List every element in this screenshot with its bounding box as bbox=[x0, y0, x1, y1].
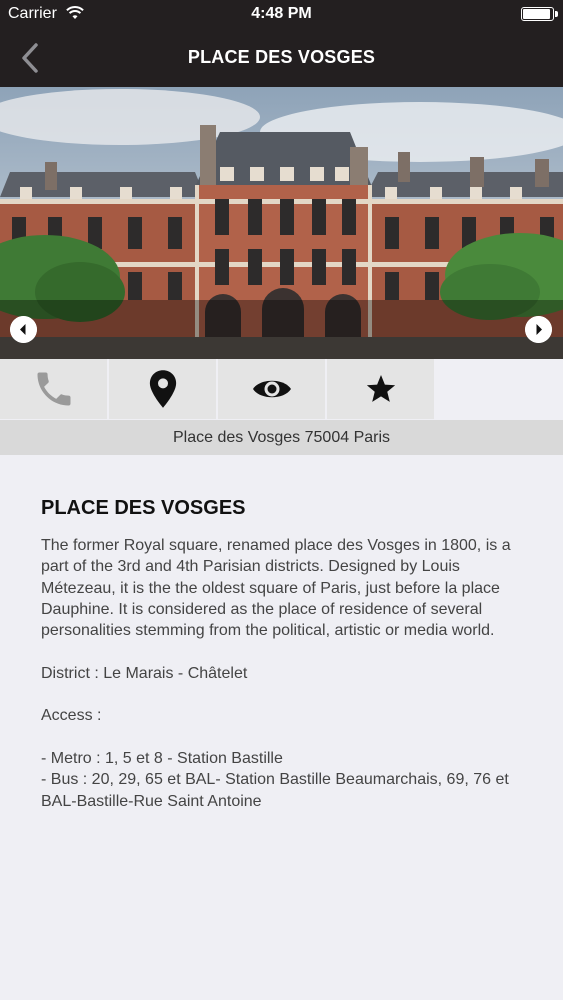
gallery-controls bbox=[0, 300, 563, 359]
action-bar bbox=[0, 359, 563, 419]
star-icon bbox=[366, 375, 395, 402]
map-pin-icon bbox=[149, 370, 176, 408]
eye-icon bbox=[252, 380, 291, 398]
favorite-button[interactable] bbox=[327, 359, 434, 419]
address-bar: Place des Vosges 75004 Paris bbox=[0, 420, 563, 455]
place-photo[interactable] bbox=[0, 87, 563, 359]
next-photo-button[interactable] bbox=[525, 316, 552, 343]
view-button[interactable] bbox=[218, 359, 325, 419]
previous-photo-button[interactable] bbox=[10, 316, 37, 343]
place-details: PLACE DES VOSGES The former Royal square… bbox=[41, 497, 531, 812]
map-button[interactable] bbox=[109, 359, 216, 419]
status-time: 4:48 PM bbox=[251, 5, 312, 22]
status-bar: Carrier 4:48 PM bbox=[0, 0, 563, 30]
nav-title: PLACE DES VOSGES bbox=[187, 47, 376, 67]
call-button[interactable] bbox=[0, 359, 107, 419]
phone-icon bbox=[37, 372, 70, 406]
place-title: PLACE DES VOSGES bbox=[41, 497, 246, 519]
battery-icon bbox=[521, 7, 558, 21]
top-bar: Carrier 4:48 PM PLACE DES VOSGES bbox=[0, 0, 563, 87]
place-description: The former Royal square, renamed place d… bbox=[41, 537, 511, 810]
navigation-bar: PLACE DES VOSGES bbox=[0, 30, 563, 87]
